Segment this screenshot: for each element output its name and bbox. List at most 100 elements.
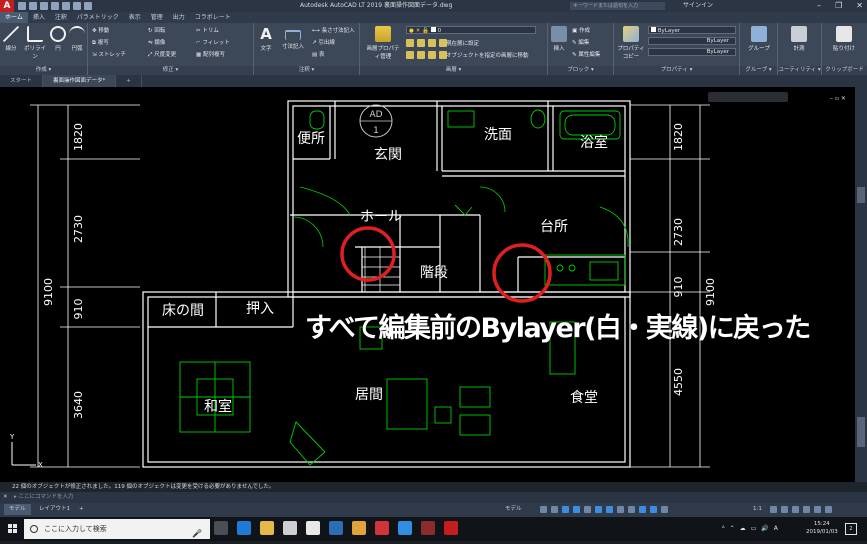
circle-button[interactable]: 円 bbox=[50, 26, 66, 52]
layer-thaw-icon[interactable] bbox=[428, 51, 436, 59]
internet-explorer-icon[interactable] bbox=[398, 521, 412, 535]
stretch-button[interactable]: ⇲ ストレッチ bbox=[92, 50, 126, 58]
layout-tab-layout1[interactable]: レイアウト1 bbox=[34, 504, 75, 515]
leader-button[interactable]: ↗ 引出線 bbox=[312, 38, 335, 46]
arc-button[interactable]: 円弧 bbox=[68, 26, 86, 52]
vertical-scrollbar[interactable] bbox=[855, 87, 867, 482]
doc-tab-drawing[interactable]: 裏面操作図面データ* bbox=[43, 75, 117, 87]
snap-icon[interactable] bbox=[551, 506, 558, 513]
lineweight-icon[interactable] bbox=[617, 506, 624, 513]
dimension-button[interactable]: 寸法記入 bbox=[278, 26, 308, 50]
close-command-icon[interactable]: ✕ bbox=[3, 492, 8, 503]
mirror-button[interactable]: ⇋ 鏡像 bbox=[148, 38, 165, 46]
linear-dim-button[interactable]: ⟷ 長さ寸法記入 bbox=[312, 26, 355, 34]
ime-indicator[interactable]: A bbox=[774, 520, 778, 538]
edge-browser-icon[interactable] bbox=[237, 521, 251, 535]
match-layer-button[interactable]: オブジェクトを指定の画層に移動 bbox=[446, 51, 529, 59]
app-red-icon[interactable] bbox=[421, 521, 435, 535]
store-icon[interactable] bbox=[306, 521, 320, 535]
layout-tab-model[interactable]: モデル bbox=[4, 504, 31, 515]
people-icon[interactable]: ᴬ bbox=[722, 520, 725, 538]
rotate-button[interactable]: ↻ 回転 bbox=[148, 26, 165, 34]
signin-button[interactable]: サインイン bbox=[683, 0, 713, 12]
transparency-icon[interactable] bbox=[628, 506, 635, 513]
layer-on-icon[interactable] bbox=[406, 51, 414, 59]
move-button[interactable]: ✥ 移動 bbox=[92, 26, 109, 34]
create-block-button[interactable]: ▣ 作成 bbox=[572, 26, 590, 34]
autocad-taskbar-icon[interactable] bbox=[444, 521, 458, 535]
layer-isolate-icon[interactable] bbox=[417, 39, 425, 47]
panel-clipboard-title[interactable]: クリップボード bbox=[822, 66, 867, 75]
command-line-input[interactable]: ✕ ▸ ここにコマンドを入力 bbox=[0, 492, 867, 503]
autoscale-icon[interactable] bbox=[661, 506, 668, 513]
copy-button[interactable]: ⧉ 複写 bbox=[92, 38, 109, 47]
file-explorer-icon[interactable] bbox=[260, 521, 274, 535]
color-dropdown[interactable]: ByLayer bbox=[648, 26, 736, 34]
polar-icon[interactable] bbox=[573, 506, 580, 513]
plus-icon[interactable] bbox=[781, 506, 788, 513]
microphone-icon[interactable]: 🎤 bbox=[192, 524, 202, 544]
app-blue-icon[interactable] bbox=[329, 521, 343, 535]
hardware-accel-icon[interactable] bbox=[792, 506, 799, 513]
line-button[interactable]: 線分 bbox=[2, 26, 20, 52]
tab-home[interactable]: ホーム bbox=[0, 12, 28, 23]
tab-view[interactable]: 表示 bbox=[124, 12, 146, 23]
tab-annotate[interactable]: 注釈 bbox=[50, 12, 72, 23]
tray-chevron-icon[interactable]: ⌃ bbox=[730, 520, 735, 538]
scrollbar-thumb[interactable] bbox=[857, 187, 865, 203]
annotation-visibility-icon[interactable] bbox=[650, 506, 657, 513]
lineweight-dropdown[interactable]: ByLayer bbox=[648, 48, 736, 56]
drawing-canvas[interactable]: AD 1 便所 玄関 洗面 浴室 ホール 台所 階段 床の間 押入 和室 居間 … bbox=[0, 87, 855, 482]
close-icon[interactable]: ✕ bbox=[856, 0, 863, 12]
doc-tab-new[interactable]: + bbox=[116, 75, 142, 87]
viewport-controls[interactable]: – ▫ ✕ bbox=[830, 95, 846, 102]
workspace-gear-icon[interactable] bbox=[770, 506, 777, 513]
mail-icon[interactable] bbox=[283, 521, 297, 535]
open-file-icon[interactable] bbox=[29, 2, 37, 10]
layout-tab-add[interactable]: + bbox=[74, 504, 89, 515]
windows-start-icon[interactable] bbox=[8, 524, 18, 534]
text-button[interactable]: A 文字 bbox=[256, 26, 276, 52]
layer-properties-button[interactable]: 画層プロパティ管理 bbox=[364, 26, 402, 60]
tab-collaborate[interactable]: コラボレート bbox=[190, 12, 236, 23]
undo-icon[interactable] bbox=[73, 2, 81, 10]
panel-annotation-title[interactable]: 注釈 ▾ bbox=[254, 66, 359, 75]
match-properties-button[interactable]: プロパティコピー bbox=[616, 26, 646, 60]
customize-menu-icon[interactable] bbox=[825, 506, 832, 513]
volume-icon[interactable]: 🔊 bbox=[761, 520, 768, 538]
panel-modify-title[interactable]: 修正 ▾ bbox=[88, 66, 253, 75]
edit-attribute-button[interactable]: ✎ 属性編集 bbox=[572, 50, 600, 58]
measure-button[interactable]: 計測 bbox=[784, 26, 814, 52]
panel-properties-title[interactable]: プロパティ ▾ bbox=[614, 66, 739, 75]
group-button[interactable]: グループ bbox=[744, 26, 774, 52]
model-space-button[interactable]: モデル bbox=[500, 504, 527, 515]
tab-output[interactable]: 出力 bbox=[168, 12, 190, 23]
taskbar-search-input[interactable]: ここに入力して検索 🎤 bbox=[24, 519, 210, 539]
tab-parametric[interactable]: パラメトリック bbox=[72, 12, 124, 23]
panel-groups-title[interactable]: グループ ▾ bbox=[740, 66, 777, 75]
notification-center-icon[interactable]: 2 bbox=[845, 523, 857, 535]
network-icon[interactable]: ▭ bbox=[751, 520, 757, 538]
redo-icon[interactable] bbox=[84, 2, 92, 10]
panel-draw-title[interactable]: 作成 ▾ bbox=[0, 66, 87, 75]
insert-block-button[interactable]: 挿入 bbox=[550, 26, 568, 52]
cloud-icon[interactable]: ☁ bbox=[740, 520, 746, 538]
table-button[interactable]: ▤ 表 bbox=[312, 50, 324, 58]
layer-unisolate-icon[interactable] bbox=[417, 51, 425, 59]
tab-insert[interactable]: 挿入 bbox=[28, 12, 50, 23]
selection-cycling-icon[interactable] bbox=[639, 506, 646, 513]
save-as-icon[interactable] bbox=[51, 2, 59, 10]
layer-freeze-icon[interactable] bbox=[428, 39, 436, 47]
grid-icon[interactable] bbox=[540, 506, 547, 513]
panel-block-title[interactable]: ブロック ▾ bbox=[548, 66, 613, 75]
clean-screen-icon[interactable] bbox=[814, 506, 821, 513]
scale-button[interactable]: ⤢ 尺度変更 bbox=[148, 50, 176, 59]
help-search-input[interactable]: キーワードまたは語句を入力 bbox=[570, 2, 665, 10]
annotation-scale[interactable]: 1:1 bbox=[748, 504, 767, 515]
array-button[interactable]: ▦ 配列複写 bbox=[196, 50, 225, 58]
doc-tab-start[interactable]: スタート bbox=[0, 75, 44, 87]
autocad-logo-icon[interactable]: A bbox=[0, 0, 14, 12]
fillet-button[interactable]: ⌐ フィレット bbox=[196, 38, 230, 46]
isodraft-icon[interactable] bbox=[584, 506, 591, 513]
tab-manage[interactable]: 管理 bbox=[146, 12, 168, 23]
